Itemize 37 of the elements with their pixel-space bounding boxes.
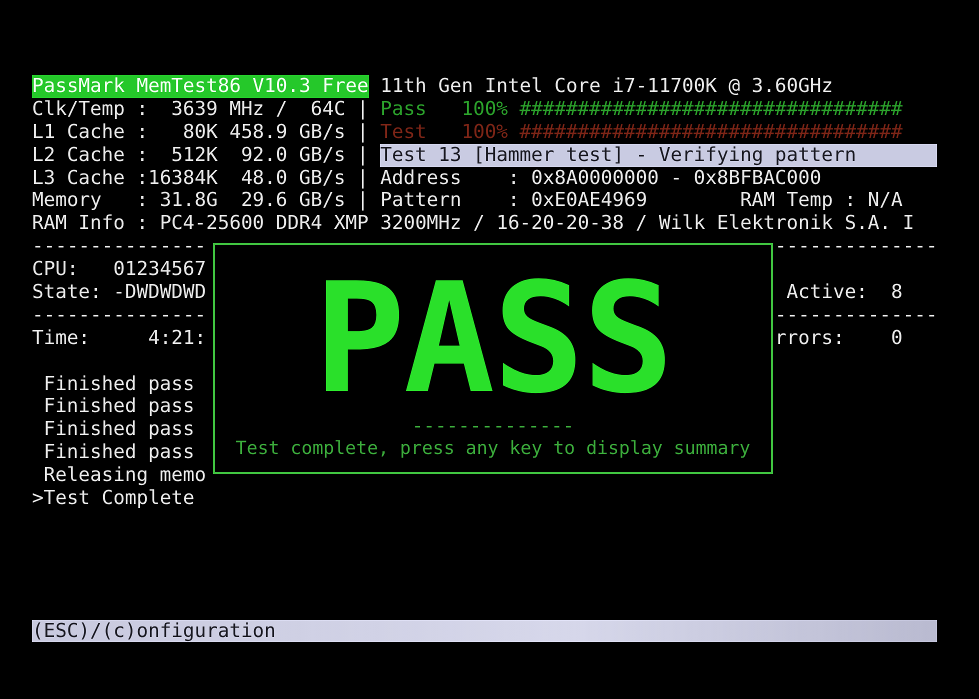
dialog-rule-text: -------------- (412, 415, 574, 438)
status-bar: (ESC)/(c)onfiguration (32, 620, 938, 642)
cpu-info-text: --------------- (32, 302, 206, 326)
log-line: Finished pass (42, 395, 195, 418)
cpu-stat-text: rrors: 0 (774, 326, 903, 350)
progress-percent: 100% (461, 120, 509, 144)
test-info-text: Pattern : 0xE0AE4969 (380, 189, 648, 212)
hash-marks-text: ################################# (520, 98, 903, 121)
prompt-line: >Test Complete (32, 487, 195, 510)
log-line: Releasing memo (42, 464, 206, 488)
ram-temp-text: RAM Temp : N/A (740, 189, 903, 212)
cpu-info-text: State: -DWDWDWD (32, 280, 206, 304)
cpu-info-text: CPU: 01234567 (32, 257, 206, 280)
log-line: Finished pass (42, 418, 195, 442)
ram-info-text: RAM Info : PC4-25600 DDR4 XMP 3200MHz / 16-20-20-38 / Wilk Elektronik S.A. I (32, 212, 914, 236)
cpu-info-text: --------------- (32, 234, 206, 258)
cpu-info-text: Time: 4:21: (32, 326, 206, 349)
cpu-stat-text: -------------- (774, 235, 938, 258)
pass-result-text: PASS (314, 269, 672, 409)
hash-marks-text: ################################# (520, 120, 903, 144)
system-info-text: L2 Cache : 512K 92.0 GB/s | (32, 144, 370, 167)
progress-percent: 100% (461, 98, 509, 121)
progress-label: Pass (380, 98, 428, 121)
app-title: PassMark MemTest86 V10.3 Free (32, 75, 369, 98)
system-info-text: L3 Cache :16384K 48.0 GB/s | (32, 166, 370, 190)
progress-label: Test (380, 120, 428, 144)
system-info-text: L1 Cache : 80K 458.9 GB/s | (32, 120, 370, 144)
dialog-message: Test complete, press any key to display summary (236, 438, 750, 461)
log-line: Finished pass (42, 441, 195, 464)
cpu-stat-text: Active: 8 (786, 281, 903, 304)
system-info-text: Memory : 31.8G 29.6 GB/s | (32, 189, 370, 212)
cpu-model-text: 11th Gen Intel Core i7-11700K @ 3.60GHz (380, 75, 833, 98)
system-info-text: Clk/Temp : 3639 MHz / 64C | (32, 98, 370, 121)
current-test-bar: Test 13 [Hammer test] - Verifying pattern (380, 144, 938, 167)
cpu-stat-text: -------------- (774, 304, 938, 327)
log-line: Finished pass (42, 372, 195, 396)
test-info-text: Address : 0x8A0000000 - 0x8BFBAC000 (380, 166, 822, 190)
